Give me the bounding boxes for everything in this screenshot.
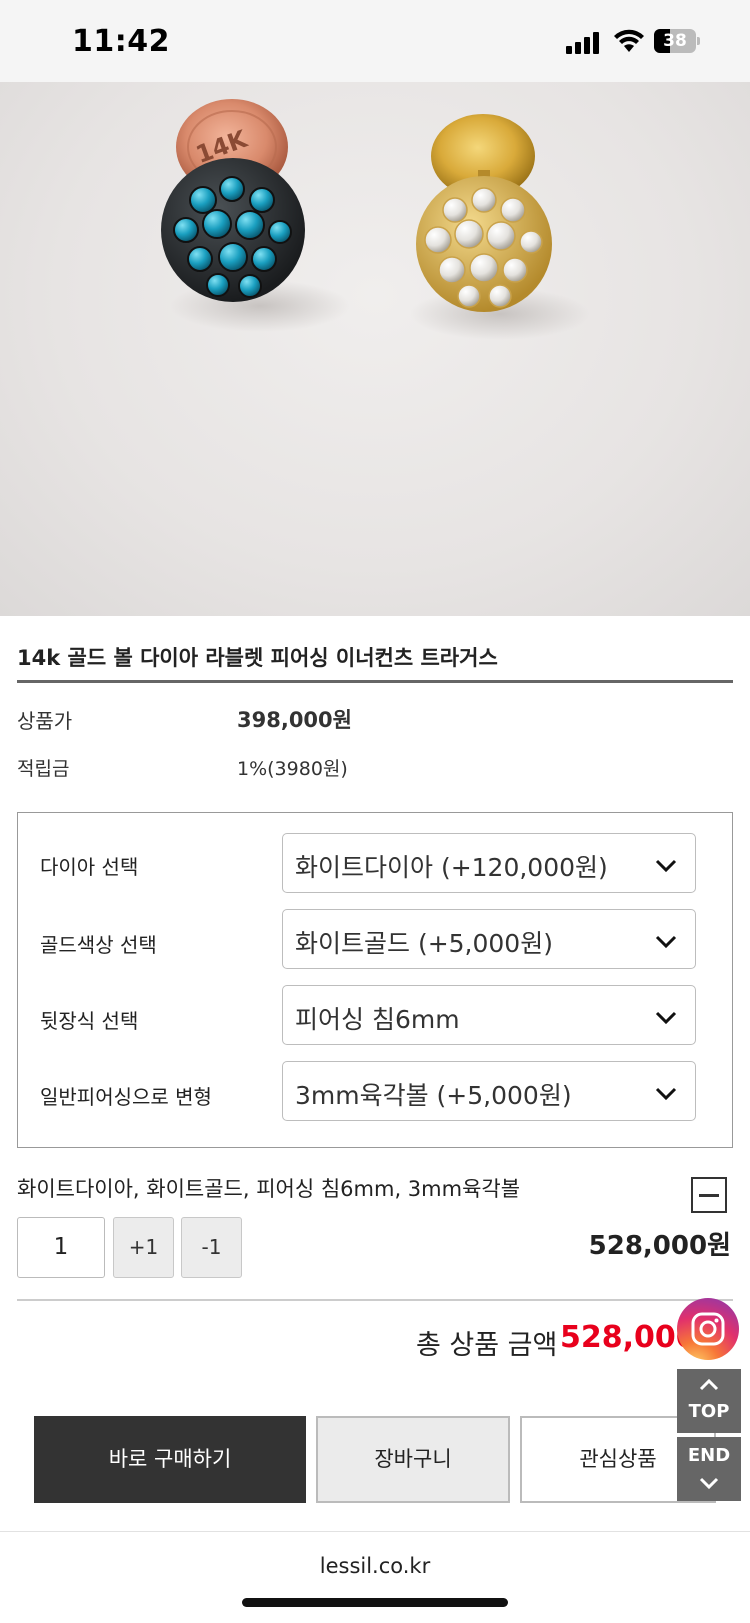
scroll-end-label: END: [687, 1445, 731, 1466]
scroll-top-label: TOP: [688, 1401, 730, 1422]
price-label: 상품가: [17, 709, 73, 733]
back-select-value: 피어싱 침6mm: [295, 1005, 460, 1034]
quantity-input[interactable]: 1: [17, 1217, 105, 1278]
options-box: 다이아 선택 화이트다이아 (+120,000원) 골드색상 선택 화이트골드 …: [17, 812, 733, 1148]
quantity-plus-button[interactable]: +1: [113, 1217, 174, 1278]
chevron-up-icon: [699, 1378, 719, 1391]
product-title: 14k 골드 볼 다이아 라블렛 피어싱 이너컨츠 트라거스: [17, 646, 498, 670]
selection-divider: [17, 1299, 733, 1301]
status-time: 11:42: [72, 24, 170, 59]
footer-divider: [0, 1531, 750, 1532]
option-label-back: 뒷장식 선택: [40, 1009, 139, 1033]
quantity-minus-button[interactable]: -1: [181, 1217, 242, 1278]
points-label: 적립금: [17, 758, 70, 780]
wifi-icon: [612, 28, 646, 54]
remove-selection-button[interactable]: [691, 1177, 727, 1213]
convert-select[interactable]: 3mm육각볼 (+5,000원): [282, 1061, 696, 1121]
option-label-diamond: 다이아 선택: [40, 855, 139, 879]
back-select[interactable]: 피어싱 침6mm: [282, 985, 696, 1045]
status-bar: 11:42 38: [0, 0, 750, 82]
battery-icon: 38: [654, 29, 700, 53]
product-price: 398,000원: [237, 708, 352, 732]
gold-color-select-value: 화이트골드 (+5,000원): [295, 929, 553, 958]
battery-percentage: 38: [663, 31, 687, 51]
option-label-convert: 일반피어싱으로 변형: [40, 1085, 212, 1109]
gold-color-select[interactable]: 화이트골드 (+5,000원): [282, 909, 696, 969]
option-label-gold-color: 골드색상 선택: [40, 933, 157, 957]
chevron-down-icon: [655, 1011, 677, 1025]
footer-site-url[interactable]: lessil.co.kr: [0, 1554, 750, 1578]
total-label: 총 상품 금액: [416, 1330, 558, 1361]
chevron-down-icon: [655, 935, 677, 949]
convert-select-value: 3mm육각볼 (+5,000원): [295, 1081, 572, 1110]
instagram-icon: [691, 1312, 725, 1346]
title-divider: [17, 680, 733, 683]
selected-options-summary: 화이트다이아, 화이트골드, 피어싱 침6mm, 3mm육각볼: [17, 1177, 521, 1201]
diamond-select-value: 화이트다이아 (+120,000원): [295, 853, 608, 882]
points-value: 1%(3980원): [237, 758, 348, 780]
instagram-button[interactable]: [677, 1298, 739, 1360]
scroll-end-button[interactable]: END: [677, 1437, 741, 1501]
product-image: 14K: [0, 82, 750, 616]
buy-now-button[interactable]: 바로 구매하기: [34, 1416, 306, 1503]
home-indicator: [242, 1598, 508, 1607]
diamond-select[interactable]: 화이트다이아 (+120,000원): [282, 833, 696, 893]
add-to-cart-button[interactable]: 장바구니: [316, 1416, 510, 1503]
chevron-down-icon: [655, 859, 677, 873]
line-price: 528,000원: [588, 1231, 731, 1261]
signal-icon: [566, 30, 602, 54]
chevron-down-icon: [655, 1087, 677, 1101]
scroll-top-button[interactable]: TOP: [677, 1369, 741, 1433]
chevron-down-icon: [699, 1477, 719, 1490]
